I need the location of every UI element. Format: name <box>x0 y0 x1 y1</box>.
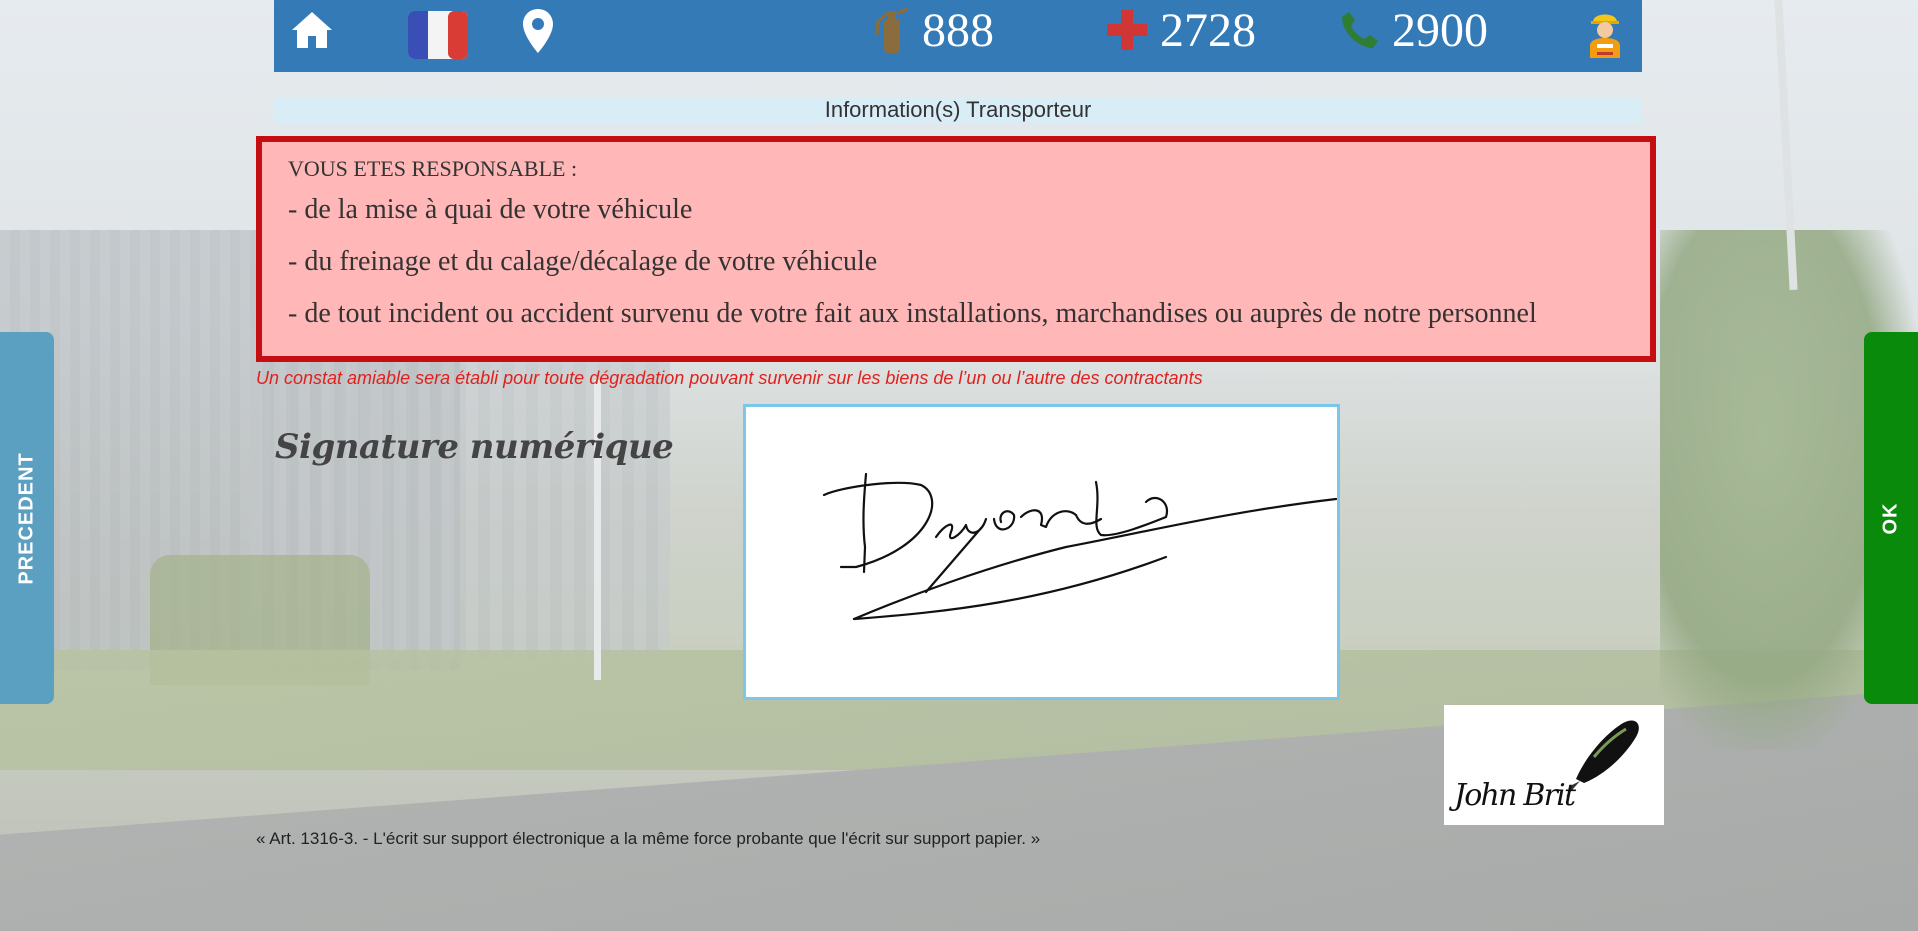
logo-signature-text: John Brit <box>1448 778 1577 813</box>
top-bar: 888 2728 2900 <box>274 0 1642 72</box>
phone-icon <box>1342 12 1378 48</box>
responsibility-alert: VOUS ETES RESPONSABLE : - de la mise à q… <box>256 136 1656 362</box>
ok-button-label: OK <box>1879 502 1902 534</box>
signature-pad[interactable] <box>743 404 1340 700</box>
phone-counter: 2900 <box>1340 0 1488 60</box>
map-marker-icon[interactable] <box>522 8 554 59</box>
signature-pen-logo: John Brit <box>1444 705 1664 825</box>
ok-button[interactable]: OK <box>1864 332 1918 704</box>
banner-title: Information(s) Transporteur <box>824 97 1092 122</box>
alert-heading: VOUS ETES RESPONSABLE : <box>288 156 578 181</box>
background-pole <box>594 380 601 680</box>
first-aid-counter: 2728 <box>1106 0 1256 60</box>
amicable-report-notice: Un constat amiable sera établi pour tout… <box>256 368 1203 388</box>
fire-extinguisher-counter: 888 <box>874 0 994 60</box>
alert-line: - de tout incident ou accident survenu d… <box>288 298 1537 329</box>
fire-extinguisher-icon <box>875 7 908 53</box>
fountain-pen-icon: John Brit <box>1448 720 1639 813</box>
worker-avatar-icon[interactable] <box>1587 8 1623 63</box>
previous-button-label: PRECEDENT <box>15 451 38 585</box>
alert-line: - de la mise à quai de votre véhicule <box>288 194 693 225</box>
red-cross-icon <box>1107 10 1147 50</box>
previous-button[interactable]: PRECEDENT <box>0 332 54 704</box>
french-flag-icon[interactable] <box>407 10 469 65</box>
carrier-info-banner: Information(s) Transporteur <box>274 97 1642 123</box>
signature-title: Signature numérique <box>275 427 674 467</box>
signature-stroke <box>822 472 1338 621</box>
alert-line: - du freinage et du calage/décalage de v… <box>288 246 878 277</box>
fire-extinguisher-value: 888 <box>922 3 994 57</box>
first-aid-value: 2728 <box>1160 3 1256 57</box>
phone-value: 2900 <box>1392 3 1488 57</box>
law-reference: « Art. 1316-3. - L'écrit sur support éle… <box>256 829 1041 848</box>
home-icon[interactable] <box>290 10 334 55</box>
